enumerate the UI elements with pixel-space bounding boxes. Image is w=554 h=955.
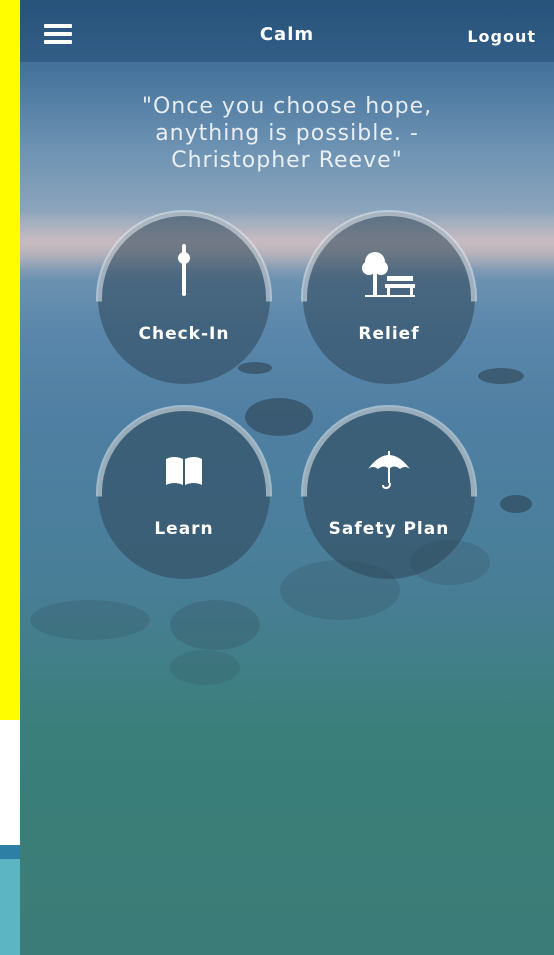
background-rock [500,495,532,513]
app-screen: Calm Logout "Once you choose hope, anyth… [20,0,554,955]
background-rock [245,398,313,436]
umbrella-icon [368,451,410,490]
inspirational-quote: "Once you choose hope, anything is possi… [20,93,554,174]
background-rock [170,600,260,650]
check-in-button[interactable]: Check-In [96,210,272,384]
background-rock [238,362,272,374]
logout-button[interactable]: Logout [467,27,536,46]
background-rock [30,600,150,640]
thermometer-icon [178,244,190,296]
background-teal-strip [0,845,20,955]
quote-line: anything is possible. - [155,121,419,146]
top-bar: Calm Logout [20,0,554,62]
background-rock [478,368,524,384]
background-rock [170,650,240,685]
learn-button[interactable]: Learn [96,405,272,579]
safety-plan-button[interactable]: Safety Plan [301,405,477,579]
quote-line: "Once you choose hope, [141,94,433,119]
open-book-icon [166,457,202,485]
tile-ring [96,405,272,497]
tile-label: Learn [154,519,214,539]
relief-button[interactable]: Relief [301,210,477,384]
quote-line: Christopher Reeve" [171,148,403,173]
tile-label: Safety Plan [328,519,450,539]
tile-label: Relief [358,324,420,344]
background-white-strip [0,720,20,845]
tile-ring [301,210,477,302]
tile-label: Check-In [138,324,230,344]
tree-bench-icon [362,252,415,297]
